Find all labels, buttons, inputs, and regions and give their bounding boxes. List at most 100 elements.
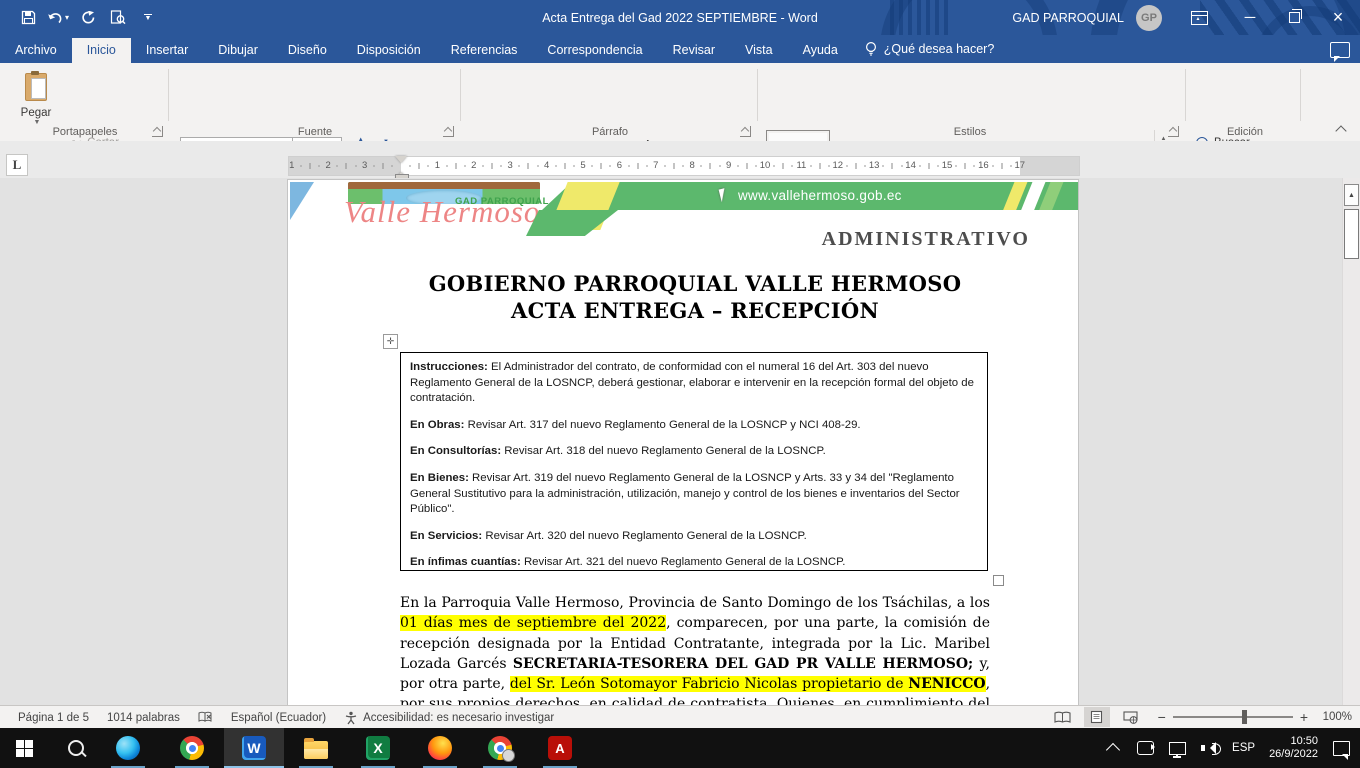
ruler-tick — [610, 165, 611, 167]
scrollbar-thumb[interactable] — [1344, 209, 1359, 259]
proofing-status[interactable] — [198, 711, 213, 724]
taskbar-chrome-profile[interactable] — [476, 728, 524, 768]
ruler-tick — [928, 163, 929, 169]
minimize-button[interactable]: ─ — [1228, 0, 1272, 35]
tab-revisar[interactable]: Revisar — [658, 38, 730, 63]
zoom-slider-handle[interactable] — [1242, 710, 1247, 724]
ruler-tick — [683, 165, 684, 167]
tell-me-box[interactable]: ¿Qué desea hacer? — [853, 36, 1007, 63]
taskbar-firefox[interactable] — [416, 728, 464, 768]
vertical-scrollbar[interactable]: ▲ — [1342, 178, 1360, 705]
ruler-band: L 3211234567891011121314151617 — [0, 141, 1360, 178]
styles-dialog-launcher[interactable] — [1168, 126, 1179, 137]
ruler-tick — [956, 165, 957, 167]
start-button[interactable] — [0, 728, 48, 768]
feedback-icon[interactable] — [1330, 42, 1350, 58]
firefox-icon — [428, 736, 452, 760]
document-title[interactable]: GOBIERNO PARROQUIAL VALLE HERMOSO ACTA E… — [400, 270, 990, 324]
ruler-tick — [428, 165, 429, 167]
taskbar-search-button[interactable] — [52, 728, 100, 768]
page-indicator[interactable]: Página 1 de 5 — [18, 712, 89, 724]
accessibility-status[interactable]: Accesibilidad: es necesario investigar — [344, 711, 554, 725]
instructions-table[interactable]: Instrucciones: El Administrador del cont… — [400, 352, 988, 571]
collapse-ribbon-icon[interactable] — [1334, 125, 1348, 135]
ruler-tick — [419, 163, 420, 169]
ruler[interactable]: 3211234567891011121314151617 — [288, 156, 1080, 176]
web-layout-button[interactable] — [1118, 707, 1144, 727]
tab-diseno[interactable]: Diseño — [273, 38, 342, 63]
network-icon[interactable] — [1168, 739, 1186, 757]
keyboard-language[interactable]: ESP — [1232, 742, 1255, 754]
title-bar: ▾ ▼ Acta Entrega del Gad 2022 SEPTIEMBRE… — [0, 0, 1360, 35]
account-avatar[interactable]: GP — [1136, 5, 1162, 31]
word-count[interactable]: 1014 palabras — [107, 712, 180, 724]
print-layout-button[interactable] — [1084, 707, 1110, 727]
tab-inicio[interactable]: Inicio — [72, 38, 131, 63]
customize-qat-icon[interactable]: ▼ — [136, 5, 160, 31]
zoom-in-icon[interactable]: + — [1300, 712, 1308, 722]
redo-icon[interactable] — [76, 5, 100, 31]
group-separator — [1185, 69, 1186, 121]
document-page[interactable]: Valle Hermoso GAD PARROQUIAL www.vallehe… — [288, 180, 1078, 705]
ruler-tick: 1 — [289, 157, 294, 174]
tab-stop-selector[interactable]: L — [6, 154, 28, 176]
undo-dropdown-icon[interactable]: ▾ — [65, 13, 69, 22]
zoom-level[interactable]: 100% — [1316, 711, 1352, 723]
taskbar-word-active[interactable]: W — [224, 728, 284, 768]
document-area: Valle Hermoso GAD PARROQUIAL www.vallehe… — [0, 178, 1360, 705]
table-resize-handle[interactable] — [993, 575, 1004, 586]
ruler-tick — [937, 165, 938, 167]
ruler-tick — [382, 163, 383, 169]
taskbar-edge[interactable] — [104, 728, 152, 768]
paragraph-dialog-launcher[interactable] — [740, 126, 751, 137]
tab-vista[interactable]: Vista — [730, 38, 788, 63]
tab-referencias[interactable]: Referencias — [436, 38, 533, 63]
ruler-tick — [819, 163, 820, 169]
zoom-out-icon[interactable]: − — [1158, 712, 1166, 722]
tab-archivo[interactable]: Archivo — [0, 38, 72, 63]
body-paragraph[interactable]: En la Parroquia Valle Hermoso, Provincia… — [400, 593, 990, 705]
logo-subtitle: GAD PARROQUIAL — [455, 196, 549, 207]
close-button[interactable]: × — [1316, 0, 1360, 35]
ruler-tick — [319, 165, 320, 167]
restore-button[interactable] — [1272, 0, 1316, 35]
volume-icon[interactable] — [1200, 739, 1218, 757]
ruler-tick — [810, 165, 811, 167]
tab-ayuda[interactable]: Ayuda — [788, 38, 853, 63]
clipboard-dialog-launcher[interactable] — [152, 126, 163, 137]
ruler-tick — [592, 165, 593, 167]
clock[interactable]: 10:50 26/9/2022 — [1269, 735, 1318, 761]
account-name[interactable]: GAD PARROQUIAL — [1012, 11, 1124, 25]
edge-icon — [116, 736, 140, 760]
read-mode-button[interactable] — [1050, 707, 1076, 727]
save-icon[interactable] — [16, 5, 40, 31]
tab-insertar[interactable]: Insertar — [131, 38, 203, 63]
taskbar-chrome[interactable] — [168, 728, 216, 768]
ribbon-display-options-icon[interactable] — [1184, 5, 1214, 31]
print-preview-icon[interactable] — [106, 5, 130, 31]
zoom-control: − + — [1158, 712, 1308, 722]
undo-icon[interactable]: ▾ — [46, 5, 70, 31]
language-indicator[interactable]: Español (Ecuador) — [231, 712, 326, 724]
taskbar-excel[interactable]: X — [354, 728, 402, 768]
body-text-segment: 01 días mes de septiembre del 2022 — [400, 615, 666, 631]
meet-now-icon[interactable] — [1136, 739, 1154, 757]
header-blue-triangle — [290, 182, 314, 220]
ruler-tick: 4 — [544, 157, 549, 174]
taskbar-file-explorer[interactable] — [292, 728, 340, 768]
ruler-tick: 10 — [760, 157, 771, 174]
tab-disposicion[interactable]: Disposición — [342, 38, 436, 63]
lightbulb-icon — [865, 41, 877, 57]
tray-expand-icon[interactable] — [1104, 739, 1122, 757]
taskbar-acrobat[interactable]: A — [536, 728, 584, 768]
paste-dropdown-icon[interactable]: ▼ — [34, 119, 41, 126]
ruler-tick — [482, 165, 483, 167]
tab-dibujar[interactable]: Dibujar — [203, 38, 273, 63]
group-separator — [460, 69, 461, 121]
table-move-handle[interactable]: ✛ — [383, 334, 398, 349]
font-dialog-launcher[interactable] — [443, 126, 454, 137]
action-center-icon[interactable] — [1332, 739, 1350, 757]
zoom-slider[interactable] — [1173, 716, 1293, 718]
tab-correspondencia[interactable]: Correspondencia — [532, 38, 657, 63]
scroll-up-icon[interactable]: ▲ — [1344, 184, 1359, 206]
